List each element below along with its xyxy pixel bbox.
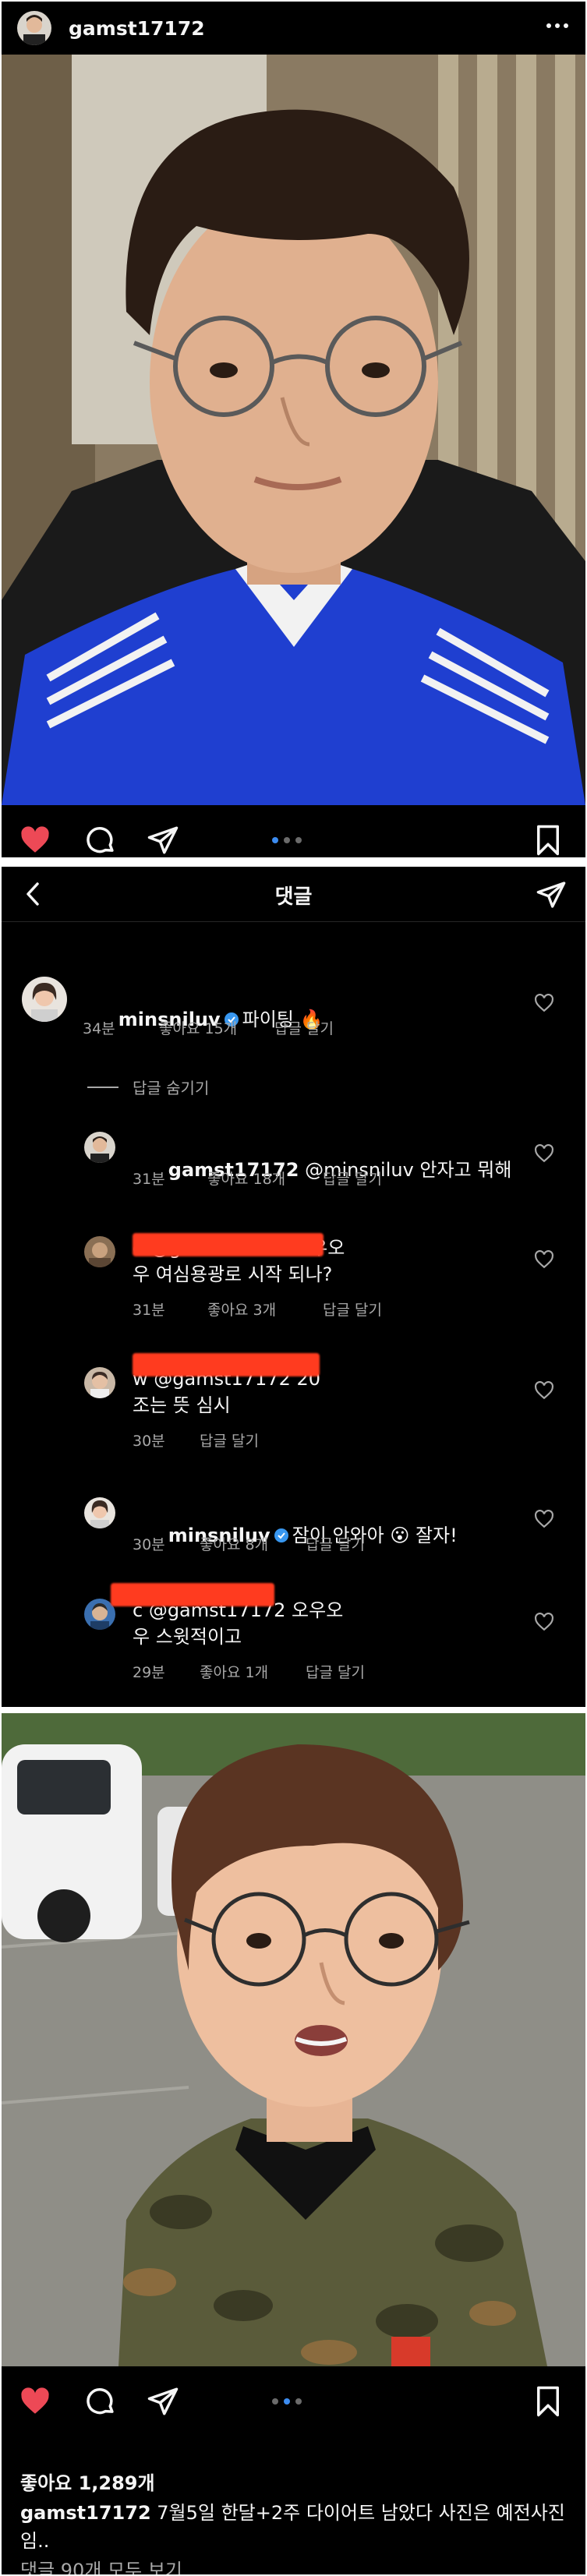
reply-button[interactable]: 답글 달기 <box>323 1168 382 1189</box>
carousel-dot <box>295 837 302 843</box>
divider <box>2 921 585 922</box>
like-heart-icon[interactable] <box>534 1510 554 1528</box>
like-heart-icon[interactable] <box>534 994 554 1012</box>
share-icon[interactable] <box>147 2385 179 2418</box>
reply-item: c @gamst17172 오우오 우 스윗적이고 29분 좋아요 1개 답글 … <box>2 1583 585 1689</box>
heart-icon[interactable] <box>19 2385 51 2418</box>
view-all-comments-link[interactable]: 댓글 90개 모두 보기 <box>20 2555 182 2574</box>
username[interactable]: gamst17172 <box>69 17 205 40</box>
comment-meta: 29분 좋아요 1개 답글 달기 <box>133 1661 365 1682</box>
comment-meta: 31분 좋아요 18개 답글 달기 <box>133 1168 382 1189</box>
reply-button[interactable]: 답글 달기 <box>306 1661 365 1682</box>
comment-likes[interactable]: 좋아요 8개 <box>200 1533 306 1554</box>
reply-item: d @gamst17172 오우오 우 여심용광로 시작 되나? 31분 좋아요… <box>2 1233 585 1327</box>
bookmark-icon[interactable] <box>532 824 564 857</box>
comment-likes[interactable]: 좋아요 1개 <box>200 1661 306 1682</box>
post-header: gamst17172 <box>2 2 585 55</box>
comment-likes[interactable]: 좋아요 18개 <box>207 1168 323 1189</box>
carousel-dot-active <box>272 837 278 843</box>
comment-icon[interactable] <box>84 2385 117 2418</box>
comment-item: minsniluv 파이팅 🔥 34분 좋아요 15개 답글 달기 <box>2 977 585 1072</box>
redaction-mark <box>111 1583 274 1606</box>
like-heart-icon[interactable] <box>534 1250 554 1269</box>
send-icon[interactable] <box>536 879 567 910</box>
avatar[interactable] <box>17 11 51 45</box>
like-heart-icon[interactable] <box>534 1613 554 1631</box>
comment-time: 29분 <box>133 1664 165 1681</box>
avatar[interactable] <box>84 1132 115 1163</box>
caption-username[interactable]: gamst17172 <box>20 2502 151 2524</box>
reply-item: w @gamst17172 20 조는 뜻 심시 30분 답글 달기 <box>2 1353 585 1458</box>
carousel-indicator <box>272 837 302 843</box>
post-photo[interactable] <box>2 1713 585 2366</box>
post-photo[interactable] <box>2 55 585 805</box>
comment-meta: 30분 좋아요 8개 답글 달기 <box>133 1533 365 1554</box>
post-actions <box>2 805 585 857</box>
post-1: gamst17172 <box>2 2 585 857</box>
comment-likes[interactable]: 좋아요 15개 <box>159 1017 274 1038</box>
comment-time: 34분 <box>83 1020 115 1037</box>
like-heart-icon[interactable] <box>534 1144 554 1163</box>
heart-icon[interactable] <box>19 824 51 857</box>
reply-item: gamst17172 @minsniluv 안자고 뭐해 31분 좋아요 18개… <box>2 1129 585 1222</box>
reply-button[interactable]: 답글 달기 <box>200 1429 259 1451</box>
hide-replies-button[interactable]: 답글 숨기기 <box>87 1076 209 1098</box>
bookmark-icon[interactable] <box>532 2385 564 2418</box>
hide-replies-label: 답글 숨기기 <box>133 1079 210 1097</box>
comments-title: 댓글 <box>274 885 313 909</box>
comments-header: 댓글 <box>2 867 585 921</box>
reply-button[interactable]: 답글 달기 <box>274 1017 334 1038</box>
reply-button[interactable]: 답글 달기 <box>323 1299 382 1320</box>
comment-body: c @gamst17172 오우오 우 스윗적이고 <box>133 1599 344 1648</box>
divider <box>87 1086 118 1088</box>
comment-meta: 30분 답글 달기 <box>133 1429 259 1451</box>
comment-meta: 34분 좋아요 15개 답글 달기 <box>83 1017 334 1038</box>
share-icon[interactable] <box>147 824 179 857</box>
carousel-dot <box>284 837 290 843</box>
avatar[interactable] <box>84 1367 115 1398</box>
reply-item: minsniluv 잠이 안와아 😮 잘자! 30분 좋아요 8개 답글 달기 <box>2 1494 585 1588</box>
comment-time: 31분 <box>133 1171 165 1188</box>
comment-time: 30분 <box>133 1536 165 1553</box>
avatar[interactable] <box>84 1497 115 1528</box>
comments-screen: 댓글 minsniluv 파이팅 🔥 34분 좋아요 15개 답글 달기 답글 숨… <box>2 867 585 1707</box>
carousel-dot <box>295 2398 302 2405</box>
comment-likes[interactable]: 좋아요 3개 <box>207 1299 323 1320</box>
carousel-dot-active <box>284 2398 290 2405</box>
avatar[interactable] <box>22 977 67 1022</box>
redaction-mark <box>133 1233 324 1256</box>
post-caption: gamst17172 7월5일 한달+2주 다이어트 남았다 사진은 예전사진임… <box>20 2499 566 2555</box>
comment-meta: 31분 좋아요 3개 답글 달기 <box>133 1299 382 1320</box>
redaction-mark <box>133 1353 320 1376</box>
comment-time: 30분 <box>133 1433 165 1450</box>
reply-button[interactable]: 답글 달기 <box>306 1533 365 1554</box>
comment-time: 31분 <box>133 1302 165 1319</box>
comment-icon[interactable] <box>84 824 117 857</box>
carousel-indicator <box>272 2398 302 2405</box>
post-actions <box>2 2366 585 2436</box>
carousel-dot <box>272 2398 278 2405</box>
likes-count[interactable]: 좋아요 1,289개 <box>20 2468 155 2495</box>
post-2: 좋아요 1,289개 gamst17172 7월5일 한달+2주 다이어트 남았… <box>2 1713 585 2574</box>
avatar[interactable] <box>84 1236 115 1267</box>
more-icon[interactable] <box>546 23 568 28</box>
like-heart-icon[interactable] <box>534 1381 554 1400</box>
